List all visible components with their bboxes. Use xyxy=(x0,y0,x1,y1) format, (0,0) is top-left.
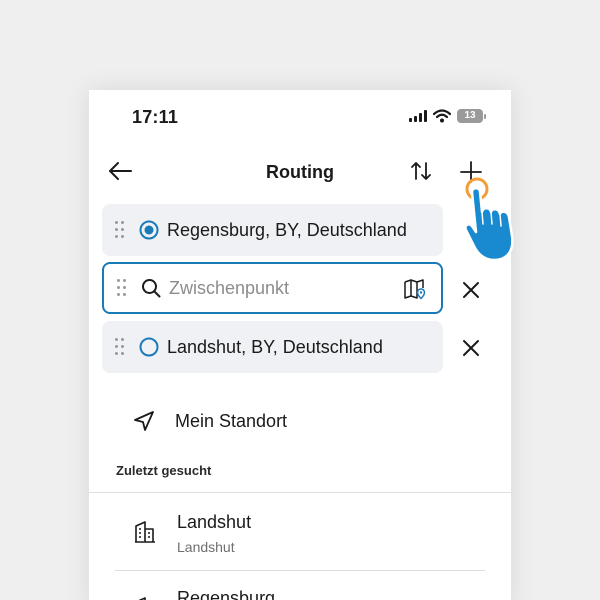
drag-handle-icon[interactable] xyxy=(115,338,125,356)
drag-handle-icon[interactable] xyxy=(117,279,127,297)
page-title: Routing xyxy=(266,162,334,182)
app-screen: 17:11 13 Routing Regensburg, BY, Deutsch… xyxy=(89,90,511,600)
recent-item-title: Landshut xyxy=(177,512,252,532)
status-time: 17:11 xyxy=(132,107,179,127)
recent-section-label: Zuletzt gesucht xyxy=(116,463,212,478)
swap-vertical-icon[interactable] xyxy=(409,159,433,183)
add-waypoint-button[interactable] xyxy=(459,160,483,184)
waypoint-input-row[interactable] xyxy=(102,262,443,314)
recent-item[interactable]: Regensburg xyxy=(133,588,275,600)
wifi-icon xyxy=(433,109,451,123)
map-pin-icon[interactable] xyxy=(403,278,427,300)
recent-item-title: Regensburg xyxy=(177,588,276,600)
recent-item-subtitle: Landshut xyxy=(177,539,235,555)
search-icon xyxy=(142,279,161,298)
battery-level: 13 xyxy=(464,110,476,121)
route-destination-row[interactable]: Landshut, BY, Deutschland xyxy=(102,321,443,373)
recent-item[interactable]: Landshut Landshut xyxy=(133,512,251,555)
my-location-label: Mein Standort xyxy=(175,410,288,431)
route-start-label: Regensburg, BY, Deutschland xyxy=(167,219,407,240)
building-icon xyxy=(135,521,155,543)
remove-destination-icon[interactable] xyxy=(461,338,481,358)
divider xyxy=(115,570,485,571)
navigation-arrow-icon xyxy=(134,411,154,431)
route-destination-label: Landshut, BY, Deutschland xyxy=(167,336,383,357)
remove-waypoint-icon[interactable] xyxy=(461,280,481,300)
divider xyxy=(89,492,511,493)
building-icon xyxy=(138,597,146,600)
my-location-button[interactable]: Mein Standort xyxy=(133,410,287,432)
start-radio-icon xyxy=(139,220,159,240)
drag-handle-icon[interactable] xyxy=(115,221,125,239)
battery-icon: 13 xyxy=(457,109,486,123)
signal-icon xyxy=(409,110,427,122)
destination-radio-icon xyxy=(139,337,159,357)
status-icons: 13 xyxy=(409,109,486,123)
waypoint-input[interactable] xyxy=(169,277,389,299)
route-start-row[interactable]: Regensburg, BY, Deutschland xyxy=(102,204,443,256)
